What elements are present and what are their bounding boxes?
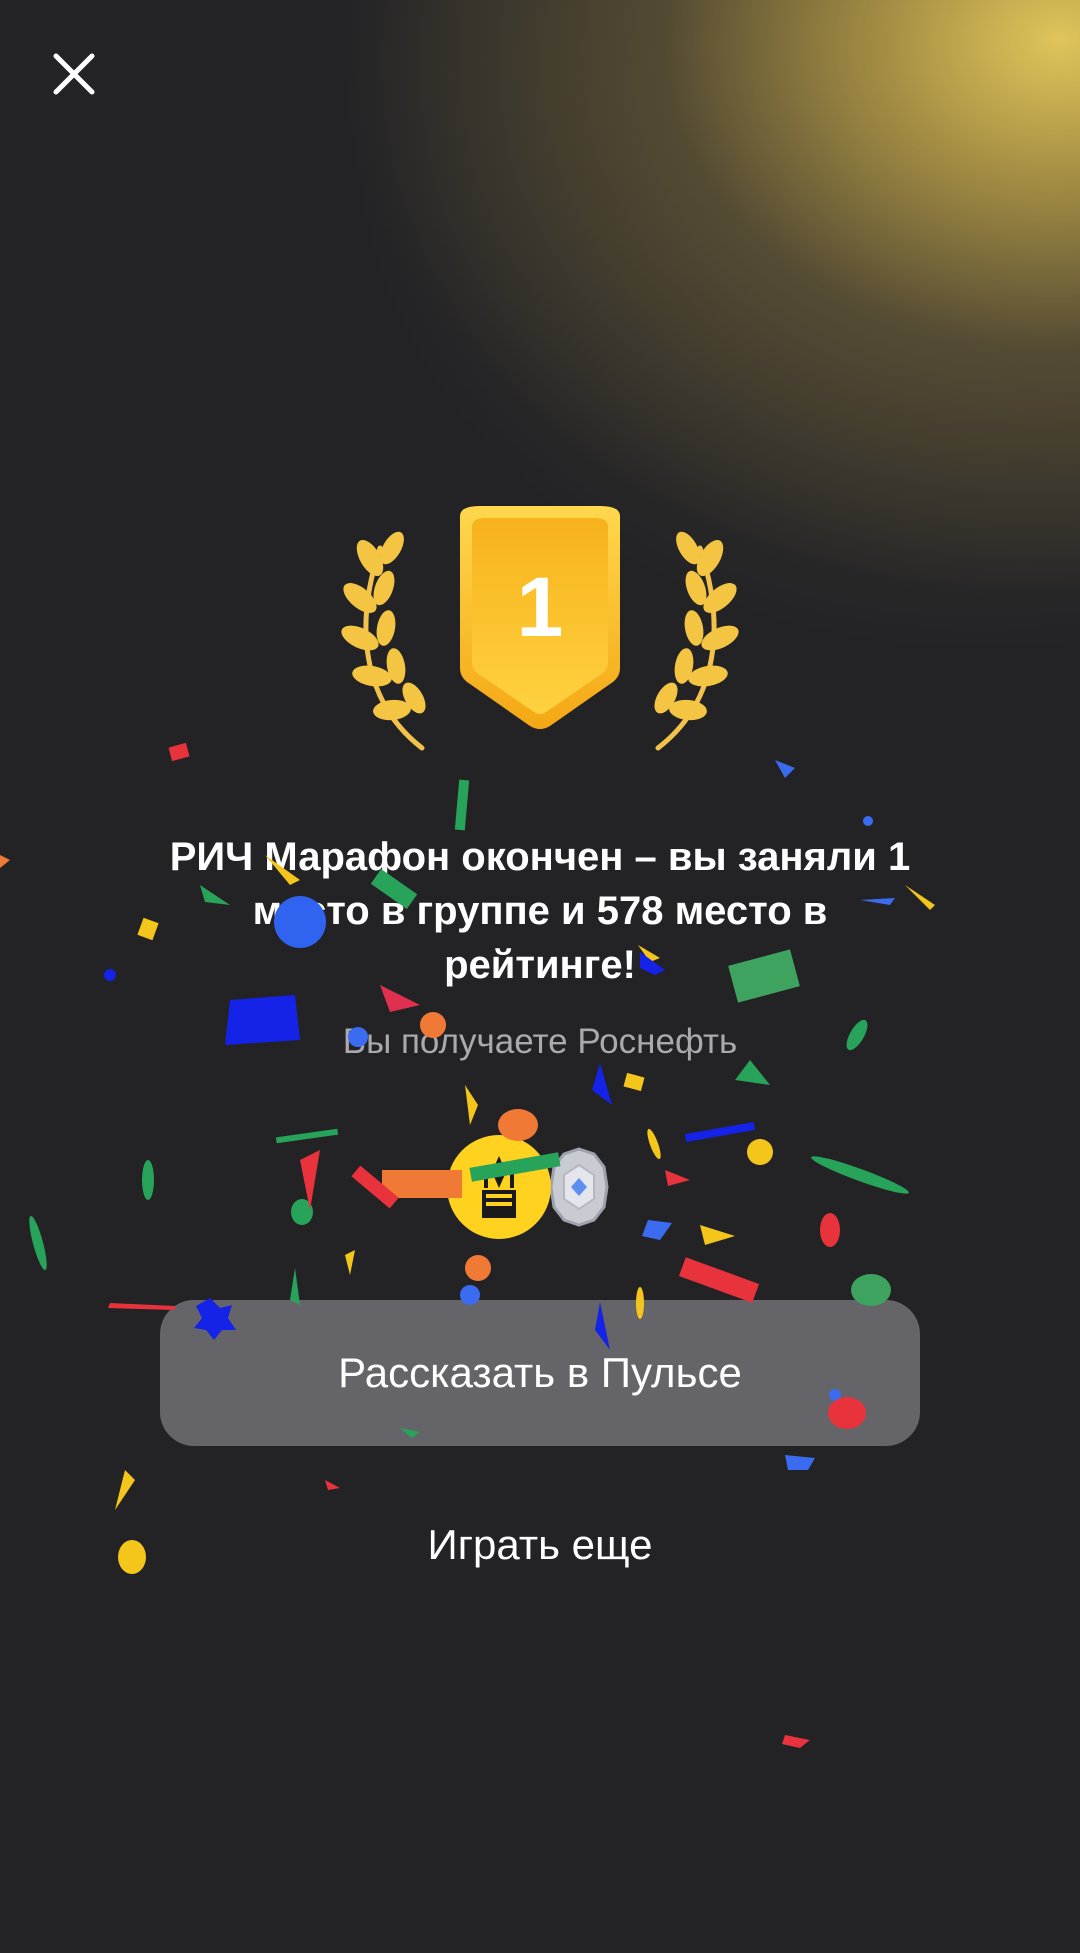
- play-again-button[interactable]: Играть еще: [340, 1510, 740, 1580]
- result-screen: 1 РИЧ Марафон окончен – вы заняли 1 мест…: [0, 0, 1080, 1953]
- place-badge: 1: [330, 488, 750, 768]
- place-number: 1: [517, 560, 564, 654]
- rosneft-logo-icon: [447, 1135, 551, 1239]
- silver-gem-badge-icon: [549, 1147, 609, 1227]
- close-icon: [53, 53, 95, 95]
- result-headline: РИЧ Марафон окончен – вы заняли 1 место …: [169, 835, 911, 987]
- reward-subtitle: Вы получаете Роснефть: [342, 1022, 738, 1061]
- reward-icons: [444, 1132, 624, 1242]
- close-button[interactable]: [44, 44, 104, 104]
- share-in-pulse-button[interactable]: Рассказать в Пульсе: [160, 1300, 920, 1446]
